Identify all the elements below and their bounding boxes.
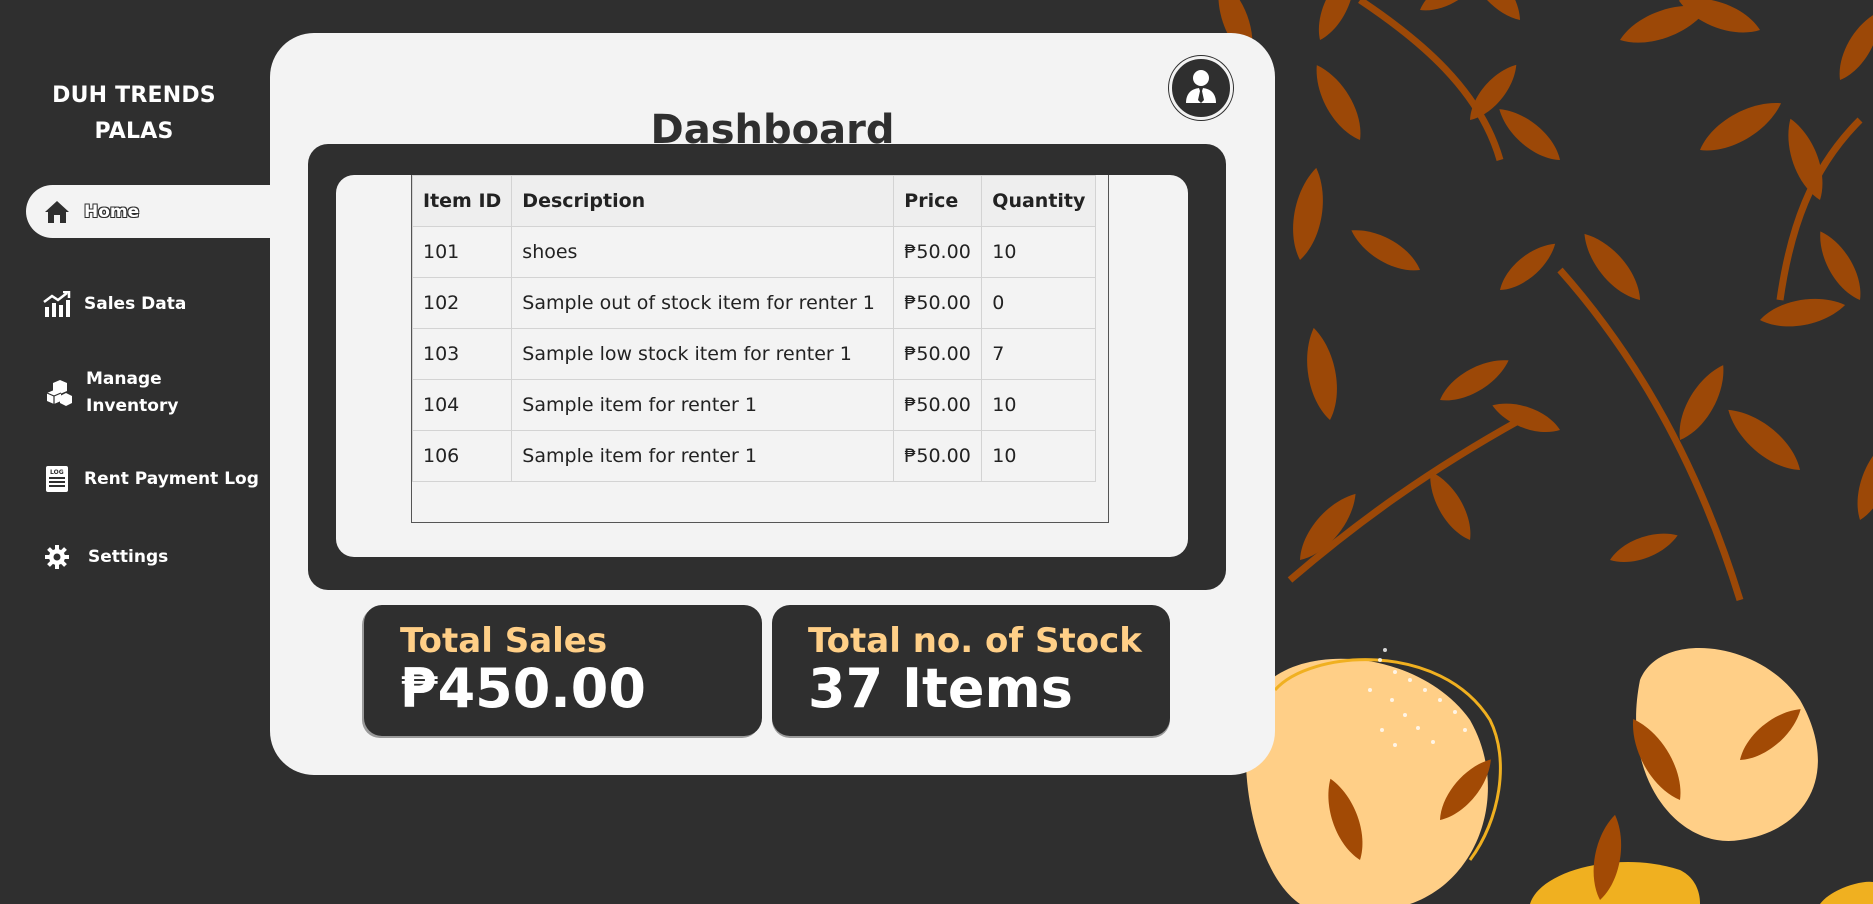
sidebar-item-label: Settings	[88, 547, 169, 567]
total-stock-value: 37 Items	[808, 657, 1073, 720]
total-stock-card: Total no. of Stock 37 Items	[772, 605, 1170, 736]
sidebar-item-label: Rent Payment Log	[84, 469, 259, 489]
table-row[interactable]: 104 Sample item for renter 1 ₱50.00 10	[411, 379, 1097, 431]
cell-quantity: 10	[981, 430, 1097, 482]
column-header-item-id: Item ID	[411, 175, 513, 227]
dashboard-panel: Dashboard Item ID Description Price Quan…	[270, 33, 1275, 775]
sidebar-item-settings[interactable]: Settings	[42, 542, 168, 572]
total-sales-card: Total Sales ₱450.00	[364, 605, 762, 736]
table-row[interactable]: 102 Sample out of stock item for renter …	[411, 277, 1097, 329]
sidebar-item-label-line-2: Inventory	[86, 396, 179, 416]
cell-price: ₱50.00	[893, 430, 983, 482]
cell-quantity: 7	[981, 328, 1097, 380]
cell-description: Sample low stock item for renter 1	[511, 328, 895, 380]
sidebar-item-home[interactable]: Home	[26, 185, 276, 238]
brand-line-2: PALAS	[94, 119, 174, 144]
total-sales-label: Total Sales	[400, 621, 608, 661]
brand-title: DUH TRENDS PALAS	[28, 78, 240, 150]
cell-price: ₱50.00	[893, 277, 983, 329]
cell-item-id: 103	[411, 328, 513, 380]
svg-text:LOG: LOG	[50, 469, 64, 476]
user-avatar-icon	[1183, 67, 1219, 109]
cell-description: shoes	[511, 226, 895, 278]
sidebar-item-sales-data[interactable]: Sales Data	[42, 289, 186, 319]
user-avatar-button[interactable]	[1169, 56, 1233, 120]
cell-item-id: 104	[411, 379, 513, 431]
table-row[interactable]: 106 Sample item for renter 1 ₱50.00 10	[411, 430, 1097, 482]
cell-quantity: 0	[981, 277, 1097, 329]
cell-description: Sample item for renter 1	[511, 379, 895, 431]
sidebar-item-manage-inventory[interactable]: Manage Inventory	[44, 366, 178, 420]
inventory-table: Item ID Description Price Quantity 101 s…	[411, 175, 1097, 482]
inventory-table-panel: Item ID Description Price Quantity 101 s…	[336, 175, 1188, 557]
column-header-description: Description	[511, 175, 895, 227]
cell-item-id: 106	[411, 430, 513, 482]
home-icon	[42, 197, 72, 227]
chart-icon	[42, 289, 72, 319]
sidebar-item-rent-payment-log[interactable]: LOG Rent Payment Log	[42, 464, 259, 494]
cell-quantity: 10	[981, 226, 1097, 278]
table-row[interactable]: 101 shoes ₱50.00 10	[411, 226, 1097, 278]
table-header-row: Item ID Description Price Quantity	[411, 175, 1097, 227]
inventory-table-frame: Item ID Description Price Quantity 101 s…	[308, 144, 1226, 590]
cell-price: ₱50.00	[893, 328, 983, 380]
cell-item-id: 102	[411, 277, 513, 329]
cell-quantity: 10	[981, 379, 1097, 431]
cell-description: Sample item for renter 1	[511, 430, 895, 482]
brand-line-1: DUH TRENDS	[52, 83, 216, 108]
gear-icon	[42, 542, 72, 572]
boxes-icon	[44, 378, 74, 408]
log-icon: LOG	[42, 464, 72, 494]
cell-description: Sample out of stock item for renter 1	[511, 277, 895, 329]
total-stock-label: Total no. of Stock	[808, 621, 1142, 661]
inventory-table-container: Item ID Description Price Quantity 101 s…	[411, 175, 1109, 523]
sidebar-item-label-line-1: Manage	[86, 369, 162, 389]
column-header-quantity: Quantity	[981, 175, 1097, 227]
table-row[interactable]: 103 Sample low stock item for renter 1 ₱…	[411, 328, 1097, 380]
total-sales-value: ₱450.00	[400, 657, 646, 720]
cell-price: ₱50.00	[893, 226, 983, 278]
sidebar-item-label: Sales Data	[84, 294, 187, 314]
cell-item-id: 101	[411, 226, 513, 278]
sidebar-item-label: Home	[84, 201, 140, 222]
cell-price: ₱50.00	[893, 379, 983, 431]
column-header-price: Price	[893, 175, 983, 227]
